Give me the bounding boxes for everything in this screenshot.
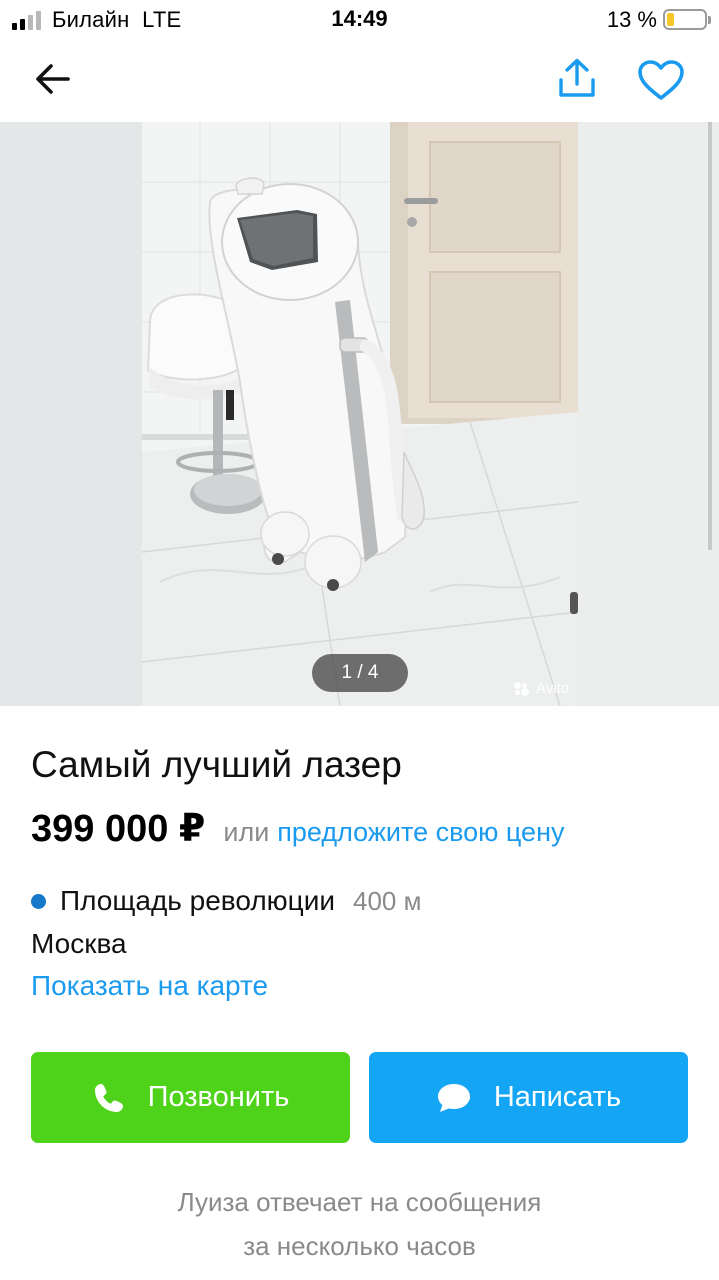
metro-row: Площадь революции 400 м (31, 885, 421, 917)
avito-watermark: Avito (514, 680, 569, 697)
top-nav (0, 40, 719, 122)
arrow-left-icon[interactable] (32, 58, 74, 100)
heart-icon[interactable] (636, 58, 686, 102)
seller-response-time: Луиза отвечает на сообщения за несколько… (0, 1180, 719, 1268)
city: Москва (31, 928, 127, 959)
write-button[interactable]: Написать (369, 1052, 688, 1143)
watermark-text: Avito (536, 680, 570, 697)
write-button-label: Написать (493, 1081, 622, 1113)
chat-bubble-icon (437, 1083, 470, 1112)
response-line-2: за несколько часов (243, 1231, 476, 1261)
photo-image (0, 122, 719, 706)
status-bar: Билайн LTE 14:49 13 % (0, 0, 719, 40)
share-icon[interactable] (554, 56, 600, 102)
price-row: 399 000 ₽ или предложите свою цену (31, 806, 565, 851)
metro-station: Площадь революции (60, 885, 335, 916)
photo-counter: 1 / 4 (312, 654, 408, 692)
call-button[interactable]: Позвонить (31, 1052, 350, 1143)
listing-title: Самый лучший лазер (31, 744, 402, 785)
call-button-label: Позвонить (147, 1081, 290, 1113)
offer-price-link[interactable]: предложите свою цену (277, 817, 564, 848)
show-on-map-link[interactable]: Показать на карте (31, 970, 268, 1002)
metro-line-icon (31, 893, 46, 909)
response-line-1: Луиза отвечает на сообщения (177, 1187, 542, 1217)
price: 399 000 ₽ (31, 808, 206, 850)
avito-logo-icon (514, 681, 532, 696)
battery-fill (667, 13, 674, 26)
phone-icon (94, 1083, 123, 1112)
price-or-label: или (223, 817, 270, 847)
battery-icon (663, 9, 711, 30)
battery-percent: 13 % (606, 7, 657, 32)
metro-distance: 400 м (352, 885, 422, 916)
listing-photo[interactable]: 1 / 4 Avito (0, 122, 719, 706)
